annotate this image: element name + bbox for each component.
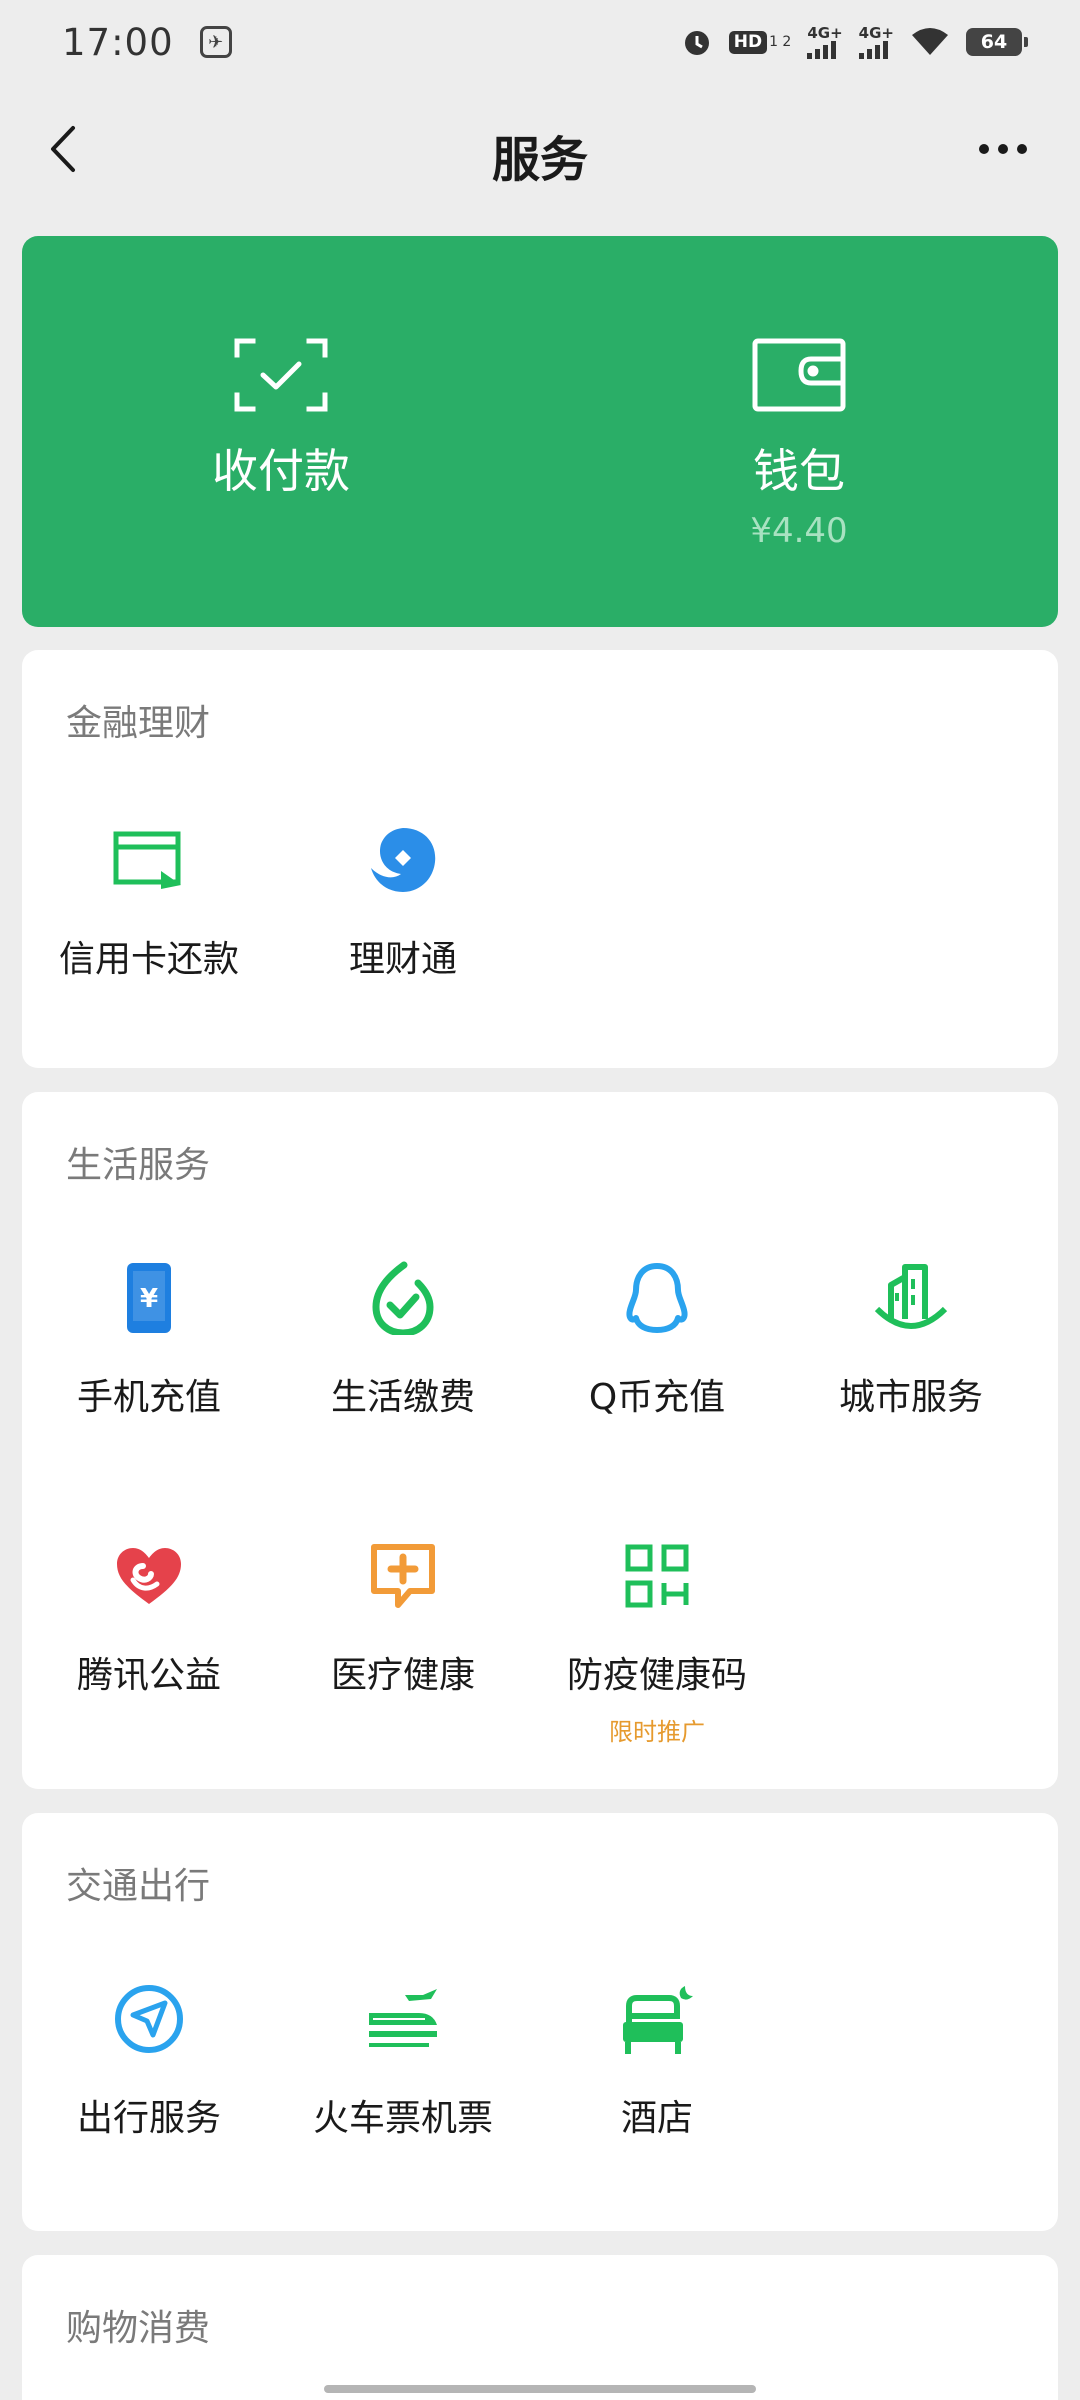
section-title: 金融理财 [66,703,211,744]
train-plane-icon [365,1981,441,2057]
page-title: 服务 [491,132,588,188]
hotel-bed-icon [619,1981,695,2057]
app-notification-icon: ✈ [199,26,232,58]
train-flight-button[interactable]: 火车票机票 [276,1981,530,2141]
wallet-icon [752,338,846,412]
credit-card-icon [111,822,187,898]
utility-bill-button[interactable]: 生活缴费 [276,1260,530,1420]
grid-label: 火车票机票 [312,2098,493,2139]
city-building-icon [873,1260,949,1336]
grid-label: 酒店 [620,2098,693,2139]
signal-icon: 4G+ [858,23,894,59]
wifi-icon [910,27,950,57]
section-title: 购物消费 [66,2308,211,2349]
grid-label: 出行服务 [76,2098,221,2139]
phone-topup-button[interactable]: ¥ 手机充值 [22,1260,276,1420]
hd-badge: HD [728,30,768,54]
status-time: 17:00 [62,20,174,64]
health-code-button[interactable]: 防疫健康码 限时推广 [530,1538,784,1747]
scan-check-icon [234,338,328,412]
wealth-icon [365,822,441,898]
battery-icon: 64 [966,28,1028,56]
section-finance: 金融理财 信用卡还款 理财通 [22,650,1058,1068]
status-bar: 17:00 ✈ HD 1 2 4G+ 4G+ 64 [0,0,1080,84]
navigation-icon [111,1981,187,2057]
qq-penguin-icon [619,1260,695,1336]
signal-icon: 4G+ [807,23,843,59]
alarm-icon [681,26,713,58]
grid-label: 信用卡还款 [58,939,239,980]
grid-label: 手机充值 [76,1377,221,1418]
wallet-balance: ¥4.40 [750,511,848,551]
grid-label: 城市服务 [838,1377,983,1418]
grid-label: 医疗健康 [330,1655,475,1696]
wallet-button[interactable]: 钱包 ¥4.40 [540,236,1058,627]
grid-label: Q币充值 [588,1377,726,1418]
medical-button[interactable]: 医疗健康 [276,1538,530,1698]
section-travel: 交通出行 出行服务 火车票机票 酒店 [22,1813,1058,2231]
grid-label: 防疫健康码 [566,1655,747,1696]
grid-label: 理财通 [348,939,457,980]
hd-icon: HD 1 2 [728,30,792,54]
section-title: 交通出行 [66,1866,211,1907]
pay-wallet-card: 收付款 钱包 ¥4.40 [22,236,1058,627]
more-icon[interactable] [968,124,1038,174]
signal-label: 4G+ [807,23,843,42]
wallet-label: 钱包 [753,444,845,498]
nav-bar: 服务 [0,84,1080,214]
charity-button[interactable]: 腾讯公益 [22,1538,276,1698]
hd-sub: 1 2 [769,34,792,50]
wealth-button[interactable]: 理财通 [276,822,530,982]
grid-label: 生活缴费 [330,1377,475,1418]
credit-card-repay-button[interactable]: 信用卡还款 [22,822,276,982]
home-indicator[interactable] [324,2385,756,2393]
section-title: 生活服务 [66,1145,211,1186]
hotel-button[interactable]: 酒店 [530,1981,784,2141]
city-service-button[interactable]: 城市服务 [784,1260,1038,1420]
pay-label: 收付款 [212,444,350,498]
grid-label: 腾讯公益 [76,1655,221,1696]
utility-bill-icon [365,1260,441,1336]
phone-topup-icon: ¥ [111,1260,187,1336]
section-shopping: 购物消费 [22,2255,1058,2400]
battery-level: 64 [980,31,1008,53]
qr-code-icon [619,1538,695,1614]
status-icons: HD 1 2 4G+ 4G+ 64 [681,23,1028,59]
signal-label: 4G+ [858,23,894,42]
medical-chat-icon [365,1538,441,1614]
qcoin-topup-button[interactable]: Q币充值 [530,1260,784,1420]
mobility-button[interactable]: 出行服务 [22,1981,276,2141]
svg-text:¥: ¥ [140,1284,158,1314]
promo-badge: 限时推广 [609,1718,705,1746]
charity-heart-icon [111,1538,187,1614]
pay-button[interactable]: 收付款 [22,236,540,627]
section-life: 生活服务 ¥ 手机充值 生活缴费 Q币充值 城市服务 腾讯公益 医疗健康 防疫健… [22,1092,1058,1789]
